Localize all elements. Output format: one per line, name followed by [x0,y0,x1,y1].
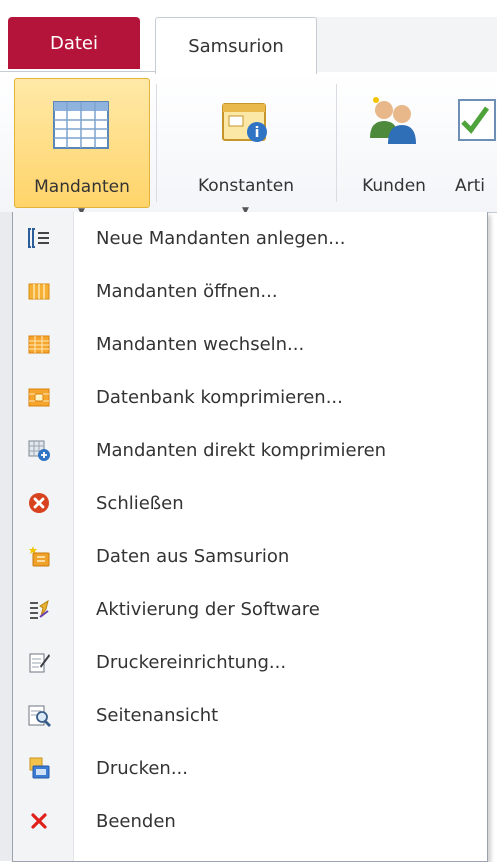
menu-item-label: Mandanten wechseln... [96,333,305,355]
menu-item-druckereinrichtung[interactable]: Druckereinrichtung... [13,636,487,688]
konstanten-button[interactable]: i Konstanten ▼ [166,78,326,216]
menu-item-daten-aus-samsurion[interactable]: Daten aus Samsurion [13,530,487,582]
new-list-icon [28,228,49,248]
menu-item-label: Mandanten öffnen... [96,280,278,302]
menu-item-label: Druckereinrichtung... [96,651,287,673]
import-data-icon [29,546,50,567]
exit-x-icon [31,813,47,829]
artikel-label: Arti [455,176,486,196]
ribbon-separator [156,84,157,202]
menu-item-label: Seitenansicht [96,704,219,726]
kunden-button[interactable]: Kunden [346,78,442,206]
menu-item-label: Aktivierung der Software [96,598,320,620]
open-table-icon [28,283,50,300]
menu-item-datenbank-komprimieren[interactable]: Datenbank komprimieren... [13,371,487,423]
constants-form-icon: i [222,103,267,142]
menu-item-drucken[interactable]: Drucken... [13,742,487,794]
mandanten-dropdown-menu: Neue Mandanten anlegen... Mandanten öffn… [12,212,488,862]
menu-item-label: Beenden [96,810,176,832]
articles-icon [458,99,496,141]
menu-item-aktivierung[interactable]: Aktivierung der Software [13,583,487,635]
menu-item-seitenansicht[interactable]: Seitenansicht [13,689,487,741]
printer-setup-icon [29,653,50,673]
switch-table-icon [28,335,50,354]
close-circle-icon [29,493,49,513]
compress-table-icon [28,388,50,407]
menu-item-schliessen[interactable]: Schließen [13,477,487,529]
menu-item-beenden[interactable]: Beenden [13,795,487,847]
print-icon [29,757,50,779]
menu-item-label: Schließen [96,492,184,514]
konstanten-label: Konstanten [197,176,295,196]
menu-item-label: Drucken... [96,757,188,779]
mandanten-label: Mandanten [34,177,130,197]
kunden-label: Kunden [362,176,426,196]
activation-icon [30,599,49,619]
ribbon-tab-strip: Datei Samsurion [0,0,497,74]
menu-item-neue-mandanten[interactable]: Neue Mandanten anlegen... [13,212,487,264]
menu-item-mandanten-oeffnen[interactable]: Mandanten öffnen... [13,265,487,317]
svg-text:i: i [255,125,260,141]
table-grid-icon [53,101,109,149]
ribbon-panel: Mandanten ▼ i Konstanten ▼ Kunden [0,72,497,217]
menu-item-label: Datenbank komprimieren... [96,386,343,408]
menu-item-label: Daten aus Samsurion [96,545,290,567]
menu-item-mandanten-wechseln[interactable]: Mandanten wechseln... [13,318,487,370]
menu-item-label: Neue Mandanten anlegen... [96,227,346,249]
tab-strip-background [315,17,497,73]
menu-item-mandanten-direkt-komprimieren[interactable]: Mandanten direkt komprimieren [13,424,487,476]
customers-icon [370,97,416,144]
menu-item-label: Mandanten direkt komprimieren [96,439,387,461]
compress-direct-icon [28,440,50,461]
mandanten-button[interactable]: Mandanten ▼ [14,78,150,217]
tab-samsurion[interactable]: Samsurion [155,17,317,74]
page-preview-icon [28,705,51,727]
tab-datei[interactable]: Datei [8,17,140,69]
ribbon-separator [336,84,337,202]
artikel-button[interactable]: Arti [447,78,497,206]
